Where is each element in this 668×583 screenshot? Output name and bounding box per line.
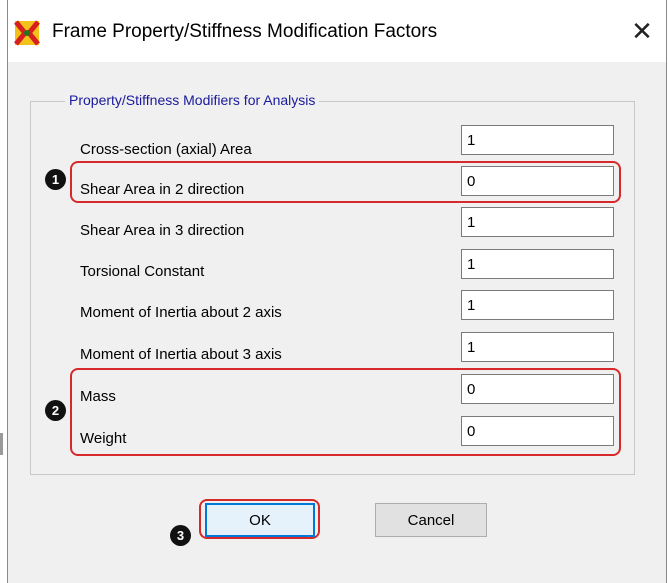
ok-button[interactable]: OK — [205, 503, 315, 537]
shear-area-3-input[interactable] — [461, 207, 614, 237]
modifiers-dialog: Frame Property/Stiffness Modification Fa… — [7, 0, 667, 583]
sap2000-app-icon — [14, 20, 40, 46]
close-icon[interactable]: ✕ — [624, 14, 660, 50]
moment-inertia-3-input[interactable] — [461, 332, 614, 362]
annotation-badge-3: 3 — [170, 525, 191, 546]
cross-section-area-input[interactable] — [461, 125, 614, 155]
annotation-badge-2: 2 — [45, 400, 66, 421]
highlight-shear-area-2 — [70, 161, 621, 203]
cancel-button[interactable]: Cancel — [375, 503, 487, 537]
label-shear-area-3: Shear Area in 3 direction — [80, 222, 245, 239]
highlight-mass-weight — [70, 368, 621, 456]
group-label: Property/Stiffness Modifiers for Analysi… — [65, 92, 320, 108]
title-bar[interactable]: Frame Property/Stiffness Modification Fa… — [8, 0, 666, 62]
label-torsional-constant: Torsional Constant — [80, 263, 205, 280]
annotation-badge-1: 1 — [45, 169, 66, 190]
label-cross-section-area: Cross-section (axial) Area — [80, 141, 252, 158]
window-title: Frame Property/Stiffness Modification Fa… — [52, 21, 438, 42]
moment-inertia-2-input[interactable] — [461, 290, 614, 320]
label-moment-inertia-3: Moment of Inertia about 3 axis — [80, 346, 282, 363]
label-moment-inertia-2: Moment of Inertia about 2 axis — [80, 304, 282, 321]
torsional-constant-input[interactable] — [461, 249, 614, 279]
background-edge-mark — [0, 433, 3, 455]
